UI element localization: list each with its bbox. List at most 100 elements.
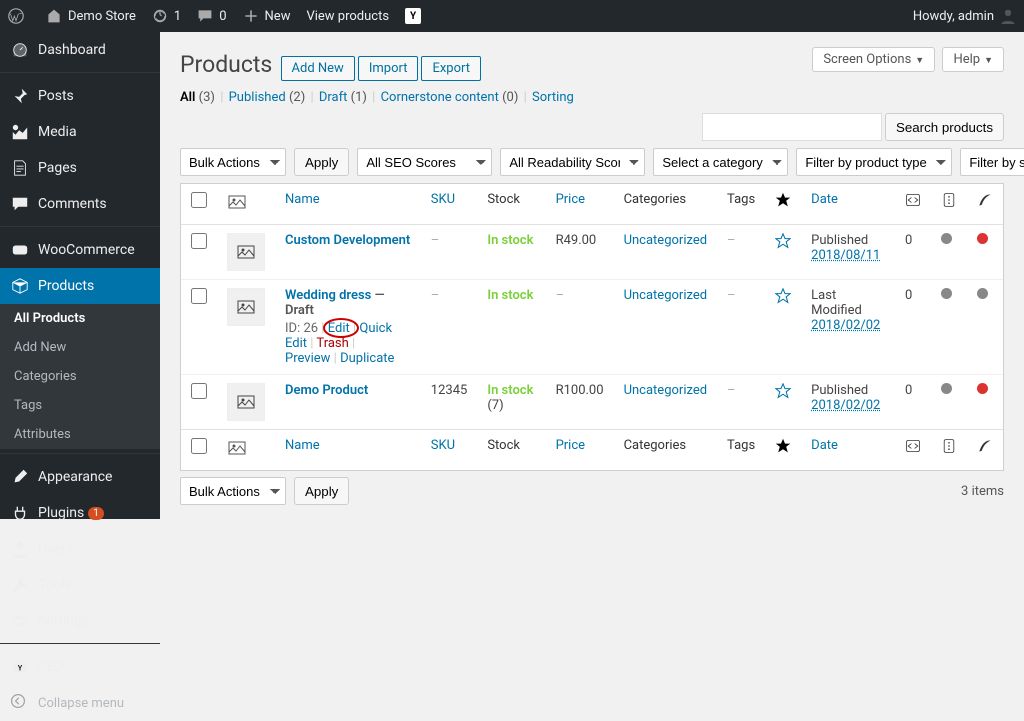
- col-name[interactable]: Name: [285, 192, 320, 207]
- image-icon: [227, 201, 247, 216]
- updates[interactable]: 1: [144, 0, 189, 32]
- product-thumbnail[interactable]: [227, 233, 265, 271]
- trash-link[interactable]: Trash: [316, 336, 348, 351]
- col-date[interactable]: Date: [811, 438, 838, 453]
- dashboard-icon: [10, 40, 30, 60]
- tags-cell: –: [717, 279, 765, 374]
- collapse-menu[interactable]: Collapse menu: [0, 685, 160, 721]
- featured-toggle[interactable]: [775, 238, 791, 253]
- seo-score-filter[interactable]: All SEO Scores: [357, 148, 492, 176]
- bulk-actions-select-bottom[interactable]: Bulk Actions: [180, 477, 286, 505]
- site-name[interactable]: Demo Store: [38, 0, 144, 32]
- apply-bulk-button[interactable]: Apply: [294, 148, 349, 176]
- wp-logo[interactable]: [0, 0, 38, 32]
- category-link[interactable]: Uncategorized: [624, 288, 707, 303]
- view-draft[interactable]: Draft: [319, 90, 348, 105]
- col-price[interactable]: Price: [556, 192, 585, 207]
- table-row: Demo Product12345In stock (7)R100.00Unca…: [181, 374, 1003, 429]
- export-button[interactable]: Export: [421, 56, 481, 81]
- sku-cell: 12345: [421, 374, 478, 429]
- add-new-button[interactable]: Add New: [281, 56, 355, 81]
- help-button[interactable]: Help▼: [942, 47, 1004, 72]
- woo-icon: [10, 240, 30, 260]
- sidebar-item-products[interactable]: Products: [0, 268, 160, 304]
- import-button[interactable]: Import: [358, 56, 419, 81]
- select-all-checkbox[interactable]: [191, 192, 207, 208]
- view-published[interactable]: Published: [229, 90, 286, 105]
- view-filters: All (3) | Published (2) | Draft (1) | Co…: [180, 90, 1004, 105]
- row-checkbox[interactable]: [191, 383, 207, 399]
- seo-score-dot: [941, 288, 952, 299]
- featured-toggle[interactable]: [775, 388, 791, 403]
- sidebar-item-plugins[interactable]: Plugins1: [0, 495, 160, 531]
- user-icon: [10, 539, 30, 559]
- col-name[interactable]: Name: [285, 438, 320, 453]
- sidebar-item-seo[interactable]: YSEO: [0, 649, 160, 685]
- apply-bulk-button-bottom[interactable]: Apply: [294, 477, 349, 505]
- date-link[interactable]: 2018/08/11: [811, 248, 880, 263]
- submenu-categories[interactable]: Categories: [0, 362, 160, 391]
- submenu-tags[interactable]: Tags: [0, 391, 160, 420]
- submenu-add-new[interactable]: Add New: [0, 333, 160, 362]
- sidebar-item-pages[interactable]: Pages: [0, 150, 160, 186]
- row-checkbox[interactable]: [191, 233, 207, 249]
- product-title-link[interactable]: Demo Product: [285, 383, 368, 398]
- price-cell: R49.00: [546, 225, 614, 279]
- col-date[interactable]: Date: [811, 192, 838, 207]
- sidebar-item-woocommerce[interactable]: WooCommerce: [0, 232, 160, 268]
- date-link[interactable]: 2018/02/02: [811, 398, 880, 413]
- search-button[interactable]: Search products: [885, 113, 1004, 141]
- screen-options-button[interactable]: Screen Options▼: [812, 47, 935, 72]
- comments[interactable]: 0: [189, 0, 234, 32]
- sidebar-item-media[interactable]: Media: [0, 114, 160, 150]
- new-content[interactable]: New: [235, 0, 299, 32]
- date-link[interactable]: 2018/02/02: [811, 318, 880, 333]
- product-type-filter[interactable]: Filter by product type: [796, 148, 952, 176]
- col-price[interactable]: Price: [556, 438, 585, 453]
- category-link[interactable]: Uncategorized: [624, 383, 707, 398]
- sidebar-item-dashboard[interactable]: Dashboard: [0, 32, 160, 68]
- seo-score-icon: [941, 197, 957, 212]
- select-all-checkbox[interactable]: [191, 438, 207, 454]
- category-link[interactable]: Uncategorized: [624, 233, 707, 248]
- bulk-actions-select[interactable]: Bulk Actions: [180, 148, 286, 176]
- table-row: Custom Development – In stock R49.00 Uncateg…: [181, 225, 1003, 279]
- sidebar-item-settings[interactable]: Settings: [0, 603, 160, 639]
- col-sku[interactable]: SKU: [431, 438, 455, 453]
- duplicate-link[interactable]: Duplicate: [340, 351, 394, 366]
- links-icon: [905, 197, 921, 212]
- edit-link[interactable]: Edit: [328, 321, 350, 336]
- tags-cell: –: [717, 225, 765, 279]
- product-thumbnail[interactable]: [227, 288, 265, 326]
- sidebar-item-appearance[interactable]: Appearance: [0, 459, 160, 495]
- sidebar-item-tools[interactable]: Tools: [0, 567, 160, 603]
- view-cornerstone[interactable]: Cornerstone content: [381, 90, 499, 105]
- sidebar-item-posts[interactable]: Posts: [0, 78, 160, 114]
- sidebar-item-label: WooCommerce: [38, 242, 135, 258]
- sidebar-item-comments[interactable]: Comments: [0, 186, 160, 222]
- product-title-link[interactable]: Custom Development: [285, 233, 410, 248]
- product-title-link[interactable]: Wedding dress: [285, 288, 371, 303]
- category-filter[interactable]: Select a category: [653, 148, 788, 176]
- submenu-all-products[interactable]: All Products: [0, 304, 160, 333]
- search-input[interactable]: [702, 113, 882, 141]
- stock-status: In stock: [487, 233, 533, 248]
- sidebar-item-users[interactable]: Users: [0, 531, 160, 567]
- view-all[interactable]: All: [180, 90, 195, 105]
- stock-status-filter[interactable]: Filter by stock status: [960, 148, 1024, 176]
- view-sorting[interactable]: Sorting: [532, 90, 574, 105]
- featured-toggle[interactable]: [775, 293, 791, 308]
- tablenav-bottom: Bulk Actions Apply 3 items: [180, 471, 1004, 511]
- row-checkbox[interactable]: [191, 288, 207, 304]
- submenu-attributes[interactable]: Attributes: [0, 420, 160, 449]
- star-icon: [775, 443, 791, 458]
- product-thumbnail[interactable]: [227, 383, 265, 421]
- preview-link[interactable]: Preview: [285, 351, 330, 366]
- sidebar-item-label: Appearance: [38, 469, 112, 485]
- howdy[interactable]: Howdy, admin: [905, 0, 1024, 32]
- col-sku[interactable]: SKU: [431, 192, 455, 207]
- view-products[interactable]: View products: [298, 0, 397, 32]
- yoast-menu[interactable]: Y: [397, 0, 429, 32]
- star-icon: [775, 197, 791, 212]
- readability-filter[interactable]: All Readability Scores: [500, 148, 645, 176]
